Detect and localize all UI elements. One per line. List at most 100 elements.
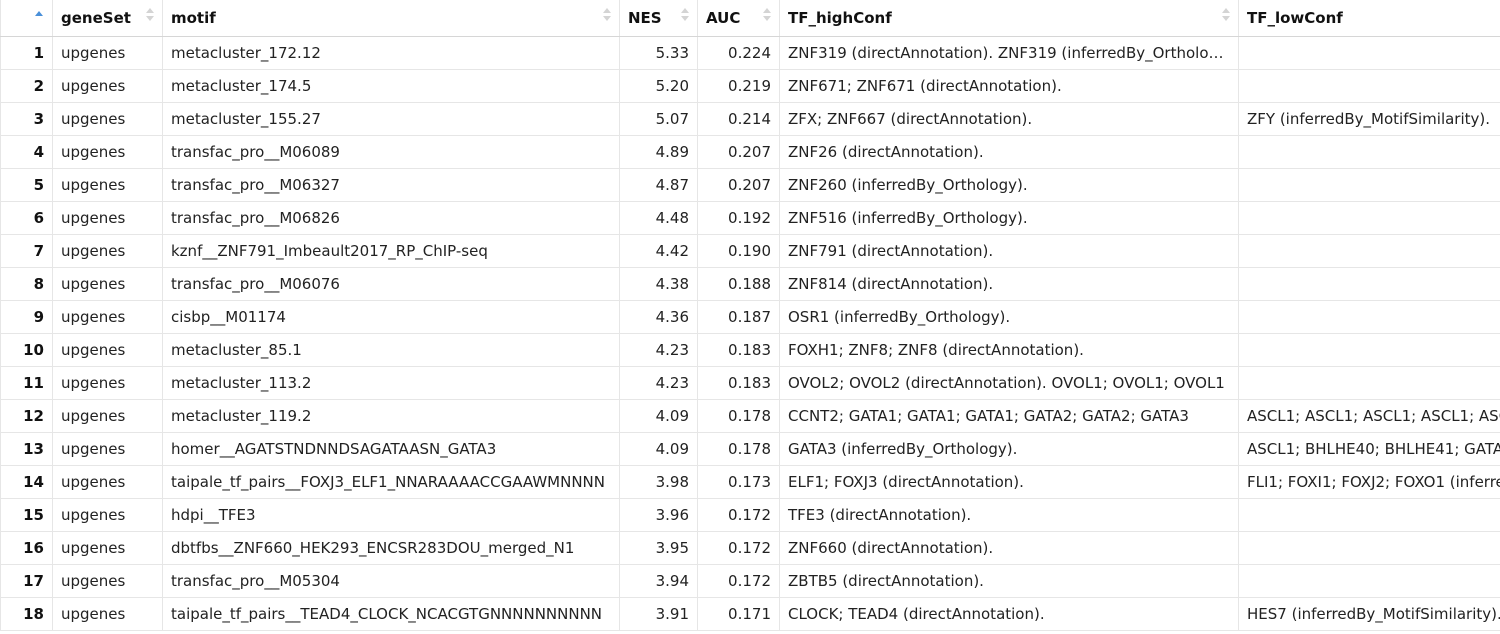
cell-geneset: upgenes	[52, 332, 163, 367]
cell-nes: 5.20	[619, 68, 698, 103]
cell-rownum: 6	[0, 200, 53, 235]
cell-auc: 0.172	[697, 530, 780, 565]
cell-tf-lowconf	[1238, 563, 1500, 598]
sort-ascending-icon[interactable]	[35, 6, 43, 26]
table-row[interactable]: 11 upgenes metacluster_113.2 4.23 0.183 OVOL2…	[0, 365, 1500, 400]
cell-nes: 4.36	[619, 299, 698, 334]
cell-tf-lowconf	[1238, 332, 1500, 367]
table-row[interactable]: 4 upgenes transfac_pro__M06089 4.89 0.207 ZNF…	[0, 134, 1500, 169]
cell-auc: 0.188	[697, 266, 780, 301]
cell-tf-highconf: ZNF319 (directAnnotation). ZNF319 (infer…	[779, 35, 1239, 70]
table-row[interactable]: 8 upgenes transfac_pro__M06076 4.38 0.188 ZNF…	[0, 266, 1500, 301]
cell-motif: metacluster_85.1	[162, 332, 620, 367]
cell-nes: 4.48	[619, 200, 698, 235]
table-row[interactable]: 18 upgenes taipale_tf_pairs__TEAD4_CLOCK_N…	[0, 596, 1500, 631]
cell-auc: 0.219	[697, 68, 780, 103]
cell-tf-lowconf	[1238, 233, 1500, 268]
table-row[interactable]: 6 upgenes transfac_pro__M06826 4.48 0.192 ZNF…	[0, 200, 1500, 235]
cell-nes: 4.38	[619, 266, 698, 301]
cell-motif: hdpi__TFE3	[162, 497, 620, 532]
table-row[interactable]: 17 upgenes transfac_pro__M05304 3.94 0.172 ZB…	[0, 563, 1500, 598]
cell-auc: 0.190	[697, 233, 780, 268]
column-header-label: NES	[628, 8, 662, 27]
cell-geneset: upgenes	[52, 200, 163, 235]
cell-rownum: 3	[0, 101, 53, 136]
table-row[interactable]: 1 upgenes metacluster_172.12 5.33 0.224 ZNF31…	[0, 35, 1500, 70]
table-row[interactable]: 3 upgenes metacluster_155.27 5.07 0.214 ZFX; …	[0, 101, 1500, 136]
cell-tf-highconf: ZNF516 (inferredBy_Orthology).	[779, 200, 1239, 235]
sort-icon[interactable]	[1222, 6, 1230, 26]
table-row[interactable]: 7 upgenes kznf__ZNF791_Imbeault2017_RP_ChI…	[0, 233, 1500, 268]
table-row[interactable]: 10 upgenes metacluster_85.1 4.23 0.183 FOXH1;…	[0, 332, 1500, 367]
cell-motif: homer__AGATSTNDNNDSAGATAASN_GATA3	[162, 431, 620, 466]
column-header-rownum[interactable]	[0, 0, 53, 37]
cell-auc: 0.183	[697, 365, 780, 400]
cell-tf-highconf: OVOL2; OVOL2 (directAnnotation). OVOL1; …	[779, 365, 1239, 400]
cell-tf-lowconf	[1238, 365, 1500, 400]
cell-nes: 3.94	[619, 563, 698, 598]
table-row[interactable]: 9 upgenes cisbp__M01174 4.36 0.187 OSR1 (infe…	[0, 299, 1500, 334]
table-row[interactable]: 2 upgenes metacluster_174.5 5.20 0.219 ZNF671…	[0, 68, 1500, 103]
table-row[interactable]: 13 upgenes homer__AGATSTNDNNDSAGATAASN_GAT…	[0, 431, 1500, 466]
cell-geneset: upgenes	[52, 431, 163, 466]
cell-geneset: upgenes	[52, 299, 163, 334]
cell-rownum: 7	[0, 233, 53, 268]
cell-nes: 4.23	[619, 365, 698, 400]
column-header-geneset[interactable]: geneSet	[52, 0, 163, 37]
cell-geneset: upgenes	[52, 233, 163, 268]
table-body: 1 upgenes metacluster_172.12 5.33 0.224 ZNF31…	[0, 35, 1500, 631]
cell-auc: 0.207	[697, 167, 780, 202]
cell-geneset: upgenes	[52, 266, 163, 301]
cell-rownum: 2	[0, 68, 53, 103]
cell-geneset: upgenes	[52, 365, 163, 400]
cell-nes: 3.98	[619, 464, 698, 499]
cell-auc: 0.192	[697, 200, 780, 235]
cell-tf-highconf: ZBTB5 (directAnnotation).	[779, 563, 1239, 598]
cell-motif: taipale_tf_pairs__TEAD4_CLOCK_NCACGTGNNN…	[162, 596, 620, 631]
table-row[interactable]: 14 upgenes taipale_tf_pairs__FOXJ3_ELF1_NN…	[0, 464, 1500, 499]
column-header-label: geneSet	[61, 8, 131, 27]
column-header-tf-lowconf[interactable]: TF_lowConf	[1238, 0, 1500, 37]
column-header-nes[interactable]: NES	[619, 0, 698, 37]
cell-tf-highconf: FOXH1; ZNF8; ZNF8 (directAnnotation).	[779, 332, 1239, 367]
cell-rownum: 18	[0, 596, 53, 631]
cell-nes: 4.09	[619, 398, 698, 433]
sort-icon[interactable]	[681, 6, 689, 26]
cell-tf-highconf: ZNF260 (inferredBy_Orthology).	[779, 167, 1239, 202]
cell-auc: 0.187	[697, 299, 780, 334]
cell-rownum: 17	[0, 563, 53, 598]
cell-tf-highconf: CLOCK; TEAD4 (directAnnotation).	[779, 596, 1239, 631]
table-row[interactable]: 12 upgenes metacluster_119.2 4.09 0.178 CCNT2…	[0, 398, 1500, 433]
cell-tf-lowconf	[1238, 200, 1500, 235]
column-header-label: motif	[171, 8, 216, 27]
cell-motif: transfac_pro__M06076	[162, 266, 620, 301]
table-row[interactable]: 15 upgenes hdpi__TFE3 3.96 0.172 TFE3 (direct…	[0, 497, 1500, 532]
cell-motif: transfac_pro__M06327	[162, 167, 620, 202]
column-header-tf-highconf[interactable]: TF_highConf	[779, 0, 1239, 37]
sort-icon[interactable]	[603, 6, 611, 26]
cell-motif: cisbp__M01174	[162, 299, 620, 334]
cell-geneset: upgenes	[52, 596, 163, 631]
cell-rownum: 4	[0, 134, 53, 169]
cell-tf-lowconf	[1238, 266, 1500, 301]
cell-tf-lowconf: FLI1; FOXI1; FOXJ2; FOXO1 (inferredBy_Mo…	[1238, 464, 1500, 499]
column-header-motif[interactable]: motif	[162, 0, 620, 37]
cell-nes: 3.96	[619, 497, 698, 532]
table-row[interactable]: 5 upgenes transfac_pro__M06327 4.87 0.207 ZNF…	[0, 167, 1500, 202]
cell-tf-lowconf: ASCL1; BHLHE40; BHLHE41; GATA1	[1238, 431, 1500, 466]
cell-rownum: 1	[0, 35, 53, 70]
cell-rownum: 11	[0, 365, 53, 400]
cell-motif: metacluster_174.5	[162, 68, 620, 103]
column-header-label: TF_lowConf	[1247, 8, 1343, 27]
cell-tf-highconf: ZNF26 (directAnnotation).	[779, 134, 1239, 169]
cell-nes: 3.95	[619, 530, 698, 565]
table-row[interactable]: 16 upgenes dbtfbs__ZNF660_HEK293_ENCSR283D…	[0, 530, 1500, 565]
column-header-auc[interactable]: AUC	[697, 0, 780, 37]
cell-nes: 4.87	[619, 167, 698, 202]
cell-tf-highconf: ZNF660 (directAnnotation).	[779, 530, 1239, 565]
cell-geneset: upgenes	[52, 398, 163, 433]
column-header-label: TF_highConf	[788, 8, 892, 27]
sort-icon[interactable]	[763, 6, 771, 26]
sort-icon[interactable]	[146, 6, 154, 26]
cell-tf-lowconf	[1238, 497, 1500, 532]
